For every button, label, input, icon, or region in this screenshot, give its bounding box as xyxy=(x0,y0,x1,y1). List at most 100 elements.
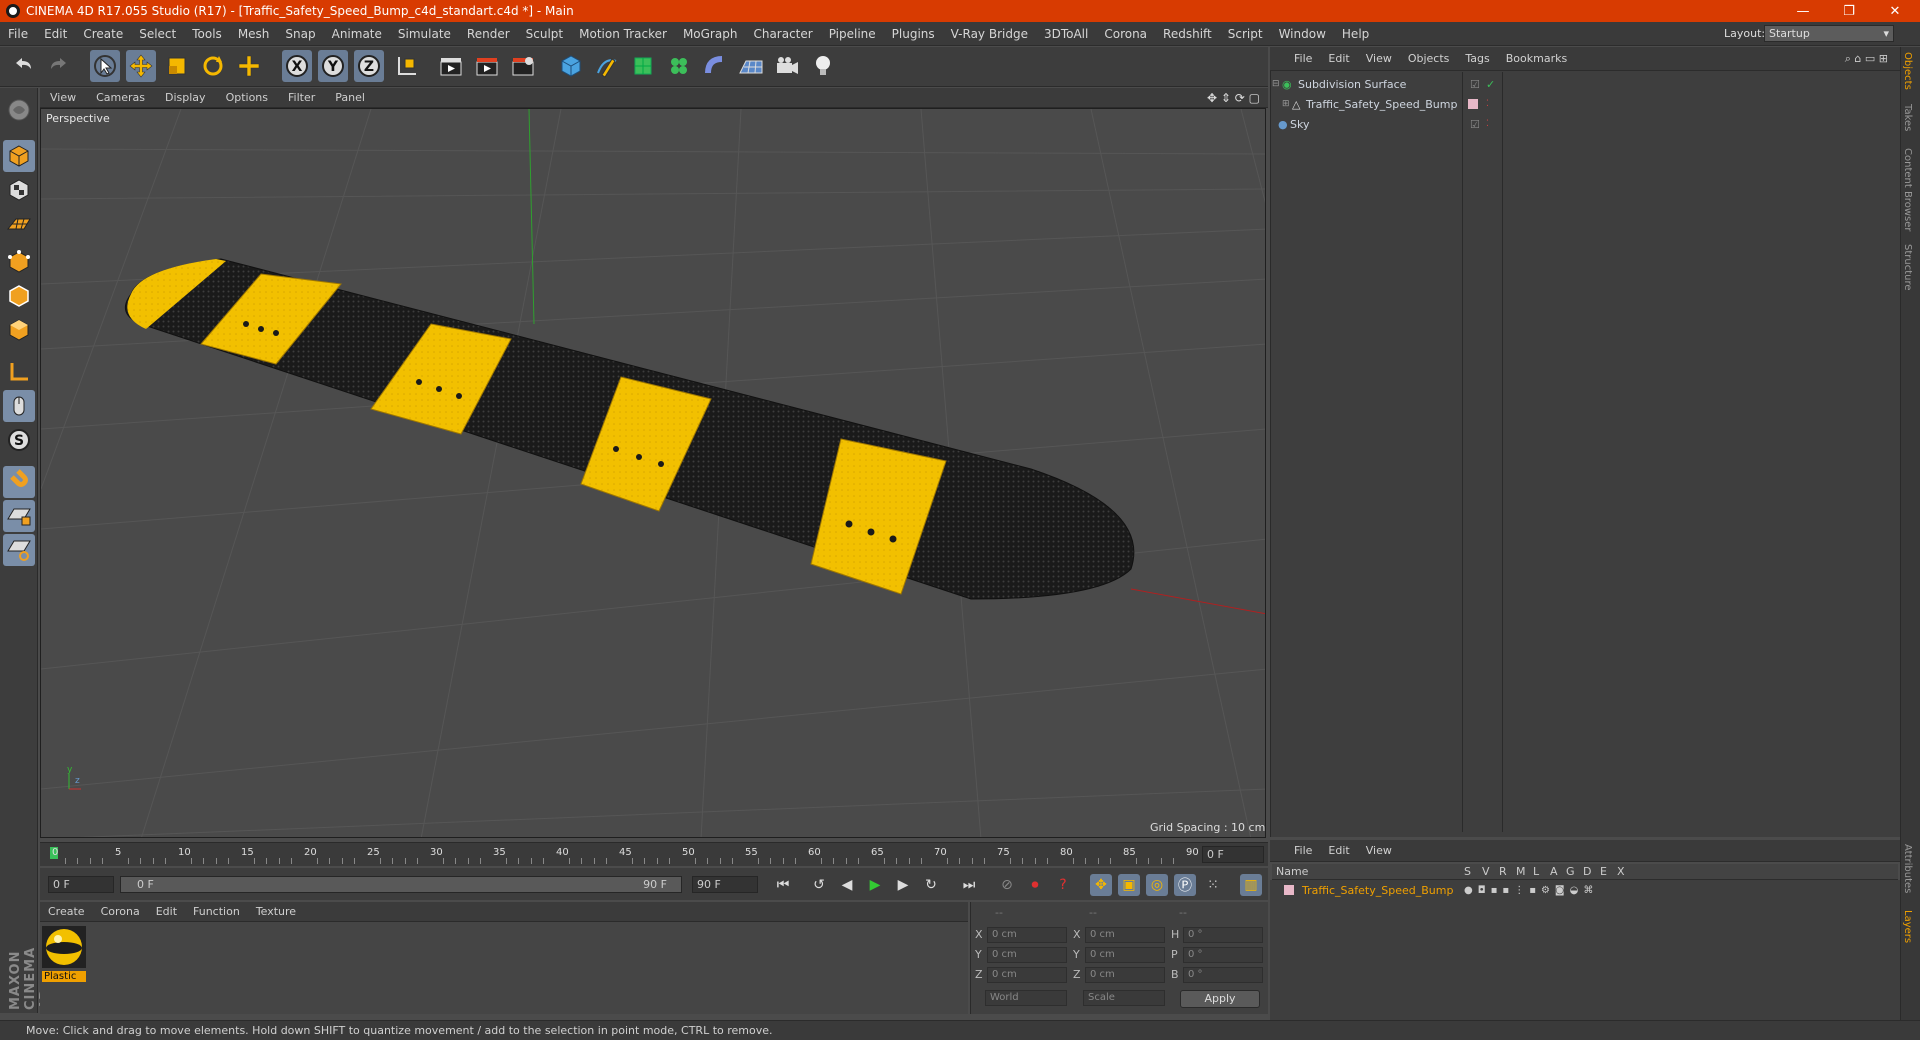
size-mode-select[interactable]: Scale xyxy=(1083,990,1165,1006)
y-axis-lock-button[interactable]: Y xyxy=(318,50,348,82)
menu-window[interactable]: Window xyxy=(1271,27,1334,41)
collapse-icon[interactable]: ⊟ xyxy=(1272,79,1282,89)
menu-redshift[interactable]: Redshift xyxy=(1155,27,1220,41)
visibility-toggle[interactable]: ☑ xyxy=(1470,118,1480,131)
deformer-button[interactable] xyxy=(700,50,730,82)
objects-menu-file[interactable]: File xyxy=(1286,52,1320,65)
material-menu-function[interactable]: Function xyxy=(185,905,248,918)
menu-motion-tracker[interactable]: Motion Tracker xyxy=(571,27,675,41)
rotate-tool-button[interactable] xyxy=(198,50,228,82)
objects-menu-bookmarks[interactable]: Bookmarks xyxy=(1498,52,1575,65)
menu-vray-bridge[interactable]: V-Ray Bridge xyxy=(943,27,1036,41)
pen-spline-button[interactable] xyxy=(592,50,622,82)
menu-help[interactable]: Help xyxy=(1334,27,1377,41)
menu-plugins[interactable]: Plugins xyxy=(884,27,943,41)
current-frame-field[interactable]: 0 F xyxy=(1202,846,1264,863)
redo-button[interactable] xyxy=(44,50,74,82)
size-y-field[interactable]: 0 cm xyxy=(1085,947,1165,963)
snap-button[interactable]: S xyxy=(3,424,35,456)
x-axis-lock-button[interactable]: X xyxy=(282,50,312,82)
layer-color-icon[interactable] xyxy=(1284,885,1294,895)
material-menu-texture[interactable]: Texture xyxy=(248,905,304,918)
enabled-check-icon[interactable]: ✓ xyxy=(1486,78,1495,91)
objects-menu-edit[interactable]: Edit xyxy=(1320,52,1357,65)
viewport-menu-cameras[interactable]: Cameras xyxy=(86,91,155,104)
render-picture-viewer-button[interactable] xyxy=(472,50,502,82)
objects-menu-objects[interactable]: Objects xyxy=(1400,52,1458,65)
points-mode-button[interactable] xyxy=(3,246,35,278)
tweak-mode-button[interactable] xyxy=(3,390,35,422)
tab-objects[interactable]: Objects xyxy=(1902,52,1913,90)
scale-tool-button[interactable] xyxy=(162,50,192,82)
menu-create[interactable]: Create xyxy=(75,27,131,41)
menu-tools[interactable]: Tools xyxy=(184,27,230,41)
locked-workplane-button[interactable] xyxy=(3,500,35,532)
material-menu-corona[interactable]: Corona xyxy=(93,905,148,918)
close-button[interactable]: ✕ xyxy=(1872,0,1918,22)
menu-mograph[interactable]: MoGraph xyxy=(675,27,746,41)
viewport-nav-icons[interactable]: ✥ ⇕ ⟳ ▢ xyxy=(1207,91,1260,105)
objects-menu-tags[interactable]: Tags xyxy=(1457,52,1497,65)
workplane-mode-button[interactable] xyxy=(3,208,35,240)
objects-menu-view[interactable]: View xyxy=(1358,52,1400,65)
objects-nav-icons[interactable]: ⌕ ⌂ ▭ ⊞ xyxy=(1845,52,1888,66)
tab-content-browser[interactable]: Content Browser xyxy=(1902,148,1913,231)
texture-mode-button[interactable] xyxy=(3,174,35,206)
apply-button[interactable]: Apply xyxy=(1180,990,1260,1008)
coordinate-system-button[interactable] xyxy=(392,50,422,82)
light-button[interactable] xyxy=(808,50,838,82)
perspective-viewport[interactable]: y z xyxy=(40,108,1266,838)
floor-button[interactable] xyxy=(736,50,766,82)
rotation-b-field[interactable]: 0 ° xyxy=(1183,967,1263,983)
coordinate-mode-select[interactable]: World xyxy=(985,990,1067,1006)
layer-toggle-icons[interactable]: ●◘▪▪⋮▪⚙◙◒⌘ xyxy=(1464,885,1598,896)
position-y-field[interactable]: 0 cm xyxy=(987,947,1067,963)
layer-color-icon[interactable] xyxy=(1468,99,1478,109)
expand-icon[interactable]: ⊞ xyxy=(1272,99,1292,109)
start-frame-field[interactable]: 0 F xyxy=(48,876,114,893)
menu-animate[interactable]: Animate xyxy=(324,27,390,41)
magnet-button[interactable] xyxy=(3,466,35,498)
visibility-dots-icon[interactable]: ⁚ xyxy=(1486,99,1489,109)
keyframe-selection-button[interactable]: ? xyxy=(1052,874,1074,896)
position-x-field[interactable]: 0 cm xyxy=(987,927,1067,943)
menu-pipeline[interactable]: Pipeline xyxy=(821,27,884,41)
menu-sculpt[interactable]: Sculpt xyxy=(518,27,571,41)
viewport-menu-view[interactable]: View xyxy=(40,91,86,104)
menu-render[interactable]: Render xyxy=(459,27,518,41)
edges-mode-button[interactable] xyxy=(3,280,35,312)
layers-menu-view[interactable]: View xyxy=(1358,844,1400,857)
cloner-button[interactable] xyxy=(664,50,694,82)
axis-mode-button[interactable] xyxy=(3,356,35,388)
previous-frame-button[interactable]: ◀ xyxy=(836,874,858,896)
previous-key-button[interactable]: ↺ xyxy=(808,874,830,896)
key-scale-button[interactable]: ▣ xyxy=(1118,874,1140,896)
live-selection-button[interactable] xyxy=(90,50,120,82)
undo-button[interactable] xyxy=(8,50,38,82)
tab-attributes[interactable]: Attributes xyxy=(1902,844,1913,893)
rotation-p-field[interactable]: 0 ° xyxy=(1183,947,1263,963)
timeline-layout-button[interactable]: ▥ xyxy=(1240,874,1262,896)
menu-3dtoall[interactable]: 3DToAll xyxy=(1036,27,1096,41)
layers-menu-file[interactable]: File xyxy=(1286,844,1320,857)
go-to-start-button[interactable]: ⏮ xyxy=(772,874,794,896)
visibility-toggle[interactable]: ☑ xyxy=(1470,78,1480,91)
material-menu-create[interactable]: Create xyxy=(40,905,93,918)
z-axis-lock-button[interactable]: Z xyxy=(354,50,384,82)
rotation-h-field[interactable]: 0 ° xyxy=(1183,927,1263,943)
tab-layers[interactable]: Layers xyxy=(1902,910,1913,943)
object-row-sky[interactable]: ● Sky ☑ ⁚ xyxy=(1272,114,1896,134)
key-position-button[interactable]: ✥ xyxy=(1090,874,1112,896)
planar-workplane-button[interactable] xyxy=(3,534,35,566)
menu-simulate[interactable]: Simulate xyxy=(390,27,459,41)
layer-row[interactable]: Traffic_Safety_Speed_Bump ●◘▪▪⋮▪⚙◙◒⌘ xyxy=(1272,882,1898,898)
key-pla-button[interactable]: ⁙ xyxy=(1202,874,1224,896)
viewport-menu-filter[interactable]: Filter xyxy=(278,91,325,104)
tab-takes[interactable]: Takes xyxy=(1902,104,1913,131)
make-editable-button[interactable] xyxy=(3,94,35,126)
object-row-speed-bump[interactable]: ⊞ △ Traffic_Safety_Speed_Bump ⁚ xyxy=(1272,94,1896,114)
cube-object-button[interactable] xyxy=(556,50,586,82)
menu-character[interactable]: Character xyxy=(745,27,820,41)
go-to-end-button[interactable]: ⏭ xyxy=(958,874,980,896)
visibility-dots-icon[interactable]: ⁚ xyxy=(1486,119,1489,129)
